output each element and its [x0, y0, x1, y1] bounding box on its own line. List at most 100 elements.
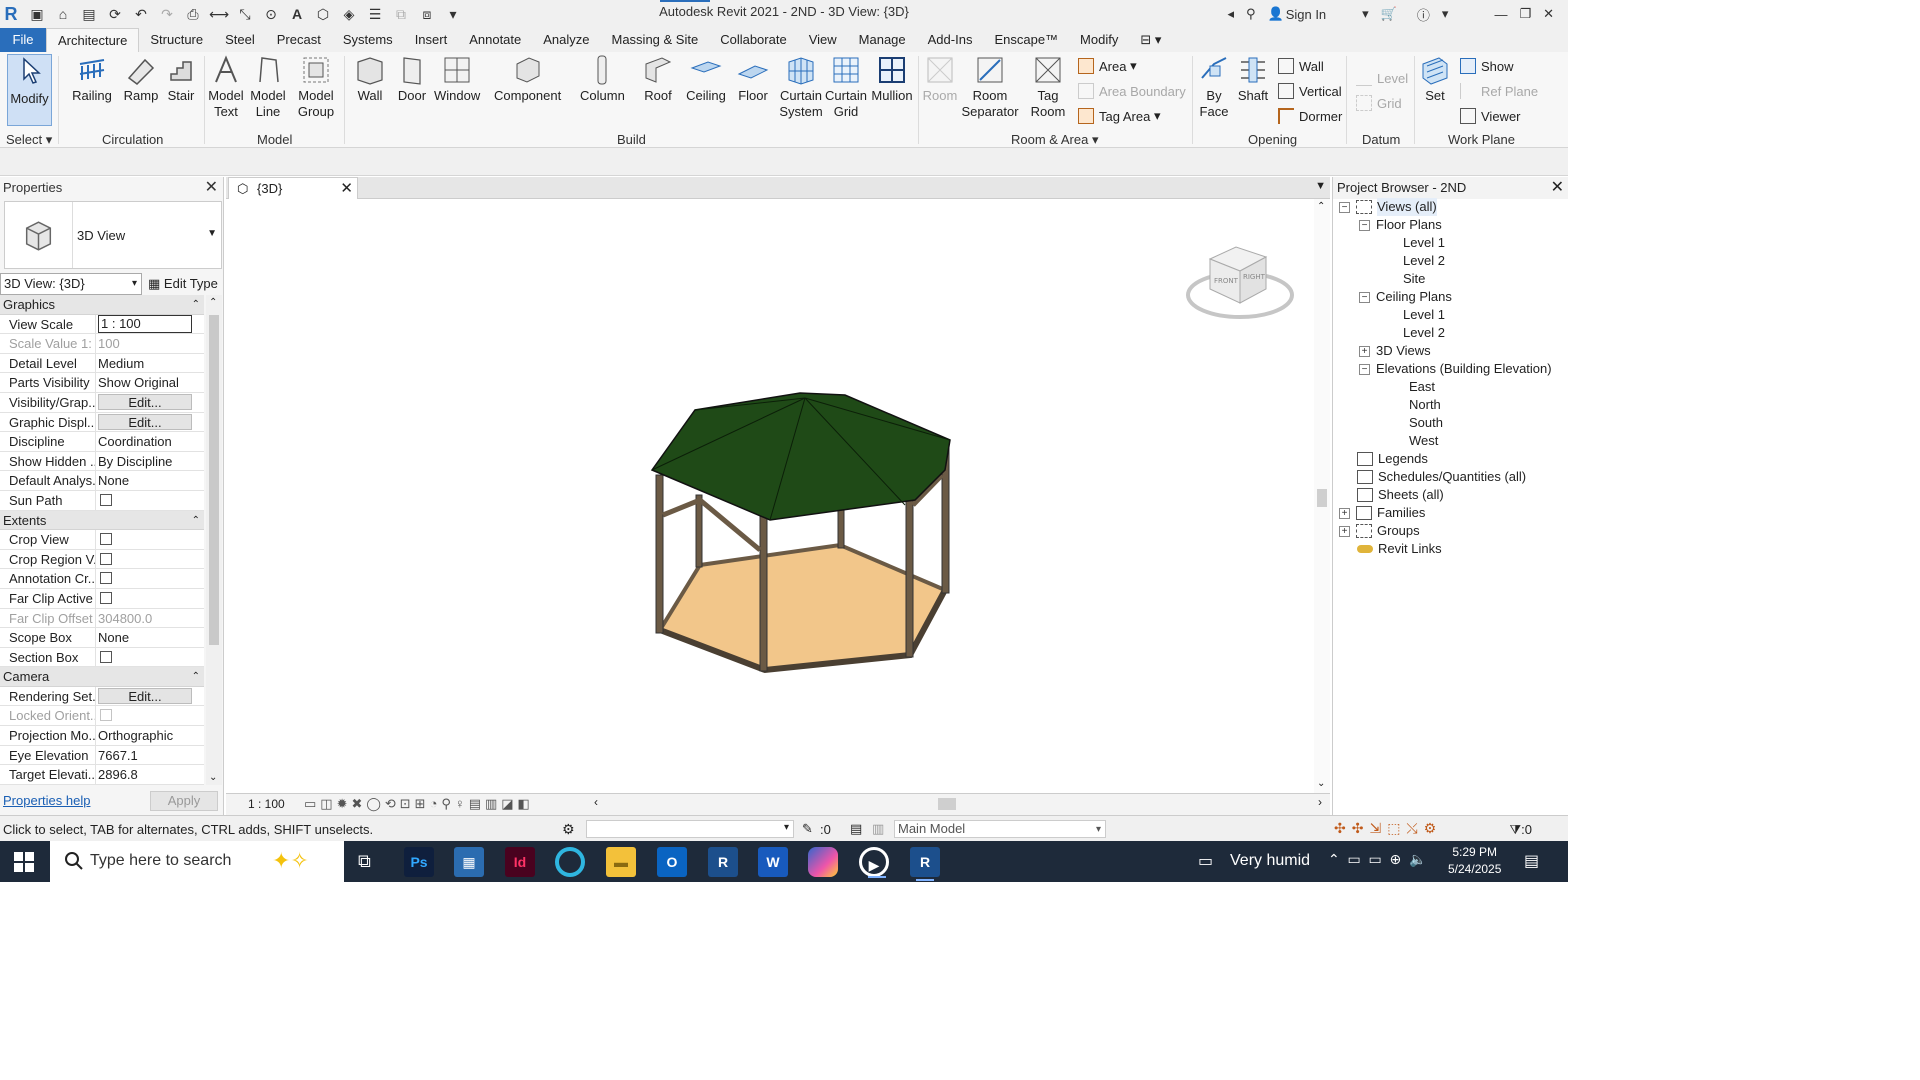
- design-option-icon[interactable]: ▥: [872, 821, 884, 837]
- room-button[interactable]: Room: [920, 54, 960, 104]
- railing-button[interactable]: Railing: [72, 54, 112, 104]
- wall-opening-button[interactable]: Wall: [1278, 58, 1324, 74]
- section-box-checkbox[interactable]: [100, 650, 112, 663]
- graphic-display-edit-button[interactable]: Edit...: [98, 413, 192, 430]
- section-extents[interactable]: Extents ⌃: [0, 510, 204, 531]
- sun-path-checkbox[interactable]: [100, 493, 112, 506]
- room-area-group-label[interactable]: Room & Area ▾: [1011, 132, 1098, 148]
- dormer-button[interactable]: Dormer: [1278, 108, 1342, 124]
- drawing-canvas[interactable]: FRONT RIGHT ⌃ ⌄: [226, 199, 1330, 793]
- vertical-opening-button[interactable]: Vertical: [1278, 83, 1342, 99]
- model-line-button[interactable]: Model Line: [248, 54, 288, 120]
- type-selector[interactable]: 3D View ▼: [4, 201, 222, 269]
- chevron-down-icon[interactable]: ▾: [1362, 6, 1369, 22]
- tab-architecture[interactable]: Architecture: [46, 28, 140, 52]
- discipline-value[interactable]: Coordination: [96, 432, 204, 451]
- scroll-up-icon[interactable]: ⌃: [209, 297, 217, 308]
- clock[interactable]: 5:29 PM 5/24/2025: [1448, 844, 1501, 878]
- show-work-plane-button[interactable]: Show: [1460, 58, 1514, 74]
- help-dropdown-icon[interactable]: ▾: [1442, 6, 1449, 22]
- visibility-graphics-edit-button[interactable]: Edit...: [98, 393, 192, 410]
- tab-add-ins[interactable]: Add-Ins: [917, 28, 984, 52]
- annotation-crop-checkbox[interactable]: [100, 572, 112, 585]
- scroll-thumb[interactable]: [938, 798, 956, 810]
- level-button[interactable]: Level: [1356, 70, 1408, 86]
- scroll-down-icon[interactable]: ⌄: [209, 772, 217, 783]
- floor-button[interactable]: Floor: [734, 54, 772, 104]
- scroll-left-icon[interactable]: ‹: [594, 795, 598, 809]
- area-boundary-button[interactable]: Area Boundary: [1078, 83, 1186, 99]
- close-icon[interactable]: ✕: [340, 178, 353, 199]
- chevron-down-icon[interactable]: ▼: [207, 228, 217, 239]
- instance-filter-dropdown[interactable]: 3D View: {3D} ▾: [0, 273, 142, 295]
- section-graphics[interactable]: Graphics ⌃: [0, 295, 204, 315]
- stair-button[interactable]: Stair: [164, 54, 198, 104]
- chevron-left-icon[interactable]: ◂: [1227, 6, 1234, 22]
- close-icon[interactable]: ✕: [205, 177, 218, 199]
- design-option-dropdown[interactable]: Main Model ▾: [894, 820, 1106, 838]
- search-highlight-icon[interactable]: ✦✧: [272, 848, 309, 874]
- tree-node-views-all[interactable]: − Views (all): [1339, 198, 1437, 216]
- crop-region-visible-checkbox[interactable]: [100, 552, 112, 565]
- far-clip-active-checkbox[interactable]: [100, 591, 112, 604]
- collapse-icon[interactable]: ⌃: [192, 667, 200, 687]
- tab-systems[interactable]: Systems: [332, 28, 404, 52]
- tree-node-west[interactable]: West: [1409, 432, 1438, 450]
- tree-node-site[interactable]: Site: [1403, 270, 1425, 288]
- taskbar-search-box[interactable]: Type here to search ✦✧: [50, 841, 344, 882]
- show-hidden-lines-value[interactable]: By Discipline: [96, 452, 204, 471]
- edit-type-button[interactable]: ▦ Edit Type: [148, 273, 218, 295]
- outlook-app[interactable]: O: [657, 847, 687, 877]
- sign-in-link[interactable]: Sign In: [1286, 7, 1326, 22]
- room-separator-button[interactable]: Room Separator: [960, 54, 1020, 120]
- column-button[interactable]: Column: [580, 54, 625, 104]
- weather-icon[interactable]: ▭: [1198, 851, 1213, 871]
- scroll-thumb[interactable]: [209, 315, 219, 645]
- collapse-icon[interactable]: −: [1359, 363, 1370, 375]
- collapse-icon[interactable]: ⌃: [192, 295, 200, 315]
- scroll-right-icon[interactable]: ›: [1318, 795, 1322, 809]
- expand-icon[interactable]: +: [1359, 345, 1370, 357]
- microsoft-store-app[interactable]: ▦: [454, 847, 484, 877]
- tab-enscape[interactable]: Enscape™: [983, 28, 1069, 52]
- mullion-button[interactable]: Mullion: [870, 54, 914, 104]
- user-icon[interactable]: 👤: [1268, 6, 1284, 22]
- scroll-down-icon[interactable]: ⌄: [1317, 778, 1325, 789]
- tab-structure[interactable]: Structure: [139, 28, 214, 52]
- tree-node-south[interactable]: South: [1409, 414, 1443, 432]
- tab-annotate[interactable]: Annotate: [458, 28, 532, 52]
- tab-massing-site[interactable]: Massing & Site: [601, 28, 710, 52]
- revit-active-app[interactable]: R: [910, 847, 940, 881]
- tree-node-ceiling-level-1[interactable]: Level 1: [1403, 306, 1445, 324]
- system-tray-icons[interactable]: ⌃ ▭ ▭ ⊕ 🔈: [1328, 851, 1426, 868]
- curtain-grid-button[interactable]: Curtain Grid: [824, 54, 868, 120]
- copilot-app[interactable]: [808, 847, 838, 877]
- properties-help-link[interactable]: Properties help: [3, 793, 90, 808]
- tab-modify[interactable]: Modify: [1069, 28, 1129, 52]
- revit-app[interactable]: R: [708, 847, 738, 877]
- window-button[interactable]: Window: [434, 54, 480, 104]
- tree-node-schedules[interactable]: Schedules/Quantities (all): [1357, 468, 1526, 486]
- view-scale-input[interactable]: 1 : 100: [96, 314, 204, 334]
- filter-icon[interactable]: ⧩:0: [1510, 822, 1532, 838]
- expand-icon[interactable]: +: [1339, 507, 1350, 519]
- detail-level-value[interactable]: Medium: [96, 354, 204, 373]
- tree-node-revit-links[interactable]: Revit Links: [1357, 540, 1442, 558]
- task-view-icon[interactable]: ⧉: [358, 851, 371, 872]
- tree-node-legends[interactable]: Legends: [1357, 450, 1428, 468]
- tab-view[interactable]: View: [798, 28, 848, 52]
- crop-view-checkbox[interactable]: [100, 533, 112, 546]
- tree-node-north[interactable]: North: [1409, 396, 1441, 414]
- viewer-button[interactable]: Viewer: [1460, 108, 1521, 124]
- roof-button[interactable]: Roof: [640, 54, 676, 104]
- tree-node-3d-views[interactable]: +3D Views: [1359, 342, 1431, 360]
- tree-node-floor-level-1[interactable]: Level 1: [1403, 234, 1445, 252]
- scroll-up-icon[interactable]: ⌃: [1317, 201, 1325, 212]
- close-icon[interactable]: ✕: [1551, 177, 1564, 199]
- view-scale-label[interactable]: 1 : 100: [248, 797, 285, 811]
- rendering-settings-edit-button[interactable]: Edit...: [98, 687, 192, 704]
- weather-text[interactable]: Very humid: [1230, 852, 1310, 870]
- ref-plane-button[interactable]: Ref Plane: [1460, 83, 1538, 99]
- modify-button[interactable]: Modify: [7, 54, 52, 126]
- properties-scrollbar[interactable]: ⌃ ⌄: [206, 295, 222, 785]
